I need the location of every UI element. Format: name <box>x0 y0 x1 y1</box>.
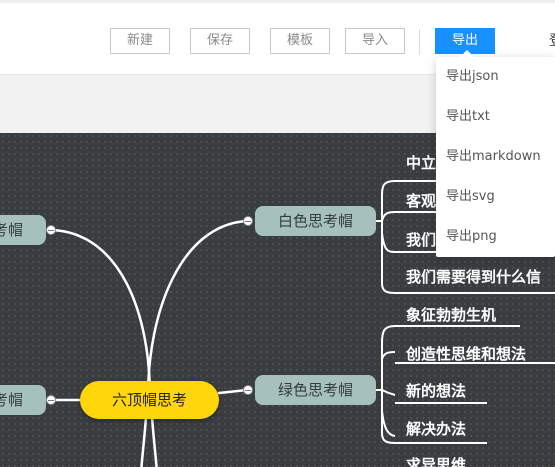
leaf-green-3[interactable]: 新的想法 <box>406 381 466 401</box>
root-node[interactable]: 六顶帽思考 <box>80 381 219 419</box>
export-txt-item[interactable]: 导出txt <box>436 97 555 137</box>
leaf-green-4[interactable]: 解决办法 <box>406 419 466 439</box>
leaf-white-4[interactable]: 我们需要得到什么信 <box>406 267 541 287</box>
connector-root-down-right <box>150 415 158 467</box>
collapse-toggle-left-bottom[interactable] <box>46 395 56 405</box>
export-markdown-item[interactable]: 导出markdown <box>436 137 555 177</box>
export-dropdown-menu: 导出json 导出txt 导出markdown 导出svg 导出png <box>436 49 555 257</box>
connector-white-to-child-3 <box>381 232 396 253</box>
toolbar-divider <box>419 29 420 55</box>
import-button[interactable]: 导入 <box>345 28 405 54</box>
collapse-toggle-green[interactable] <box>243 385 253 395</box>
connector-white-bracket <box>376 180 396 294</box>
collapse-toggle-left-top[interactable] <box>46 225 56 235</box>
leaf-white-3[interactable]: 我们 <box>406 230 436 250</box>
connector-root-to-white <box>146 219 249 399</box>
leaf-green-2[interactable]: 创造性思维和想法 <box>406 344 526 364</box>
export-json-item[interactable]: 导出json <box>436 57 555 97</box>
leaf-green-5[interactable]: 求异思维 <box>406 455 466 467</box>
leaf-green-1[interactable]: 象征勃勃生机 <box>406 305 496 325</box>
connector-green-to-child-2 <box>381 351 396 360</box>
left-branch-node-bottom[interactable]: 考帽 <box>0 385 46 415</box>
connector-green-to-child-3 <box>381 389 396 396</box>
collapse-toggle-white[interactable] <box>243 216 253 226</box>
new-button[interactable]: 新建 <box>110 28 170 54</box>
connector-white-to-child-2 <box>381 211 396 222</box>
branch-node-white[interactable]: 白色思考帽 <box>255 206 376 236</box>
leaf-white-2[interactable]: 客观 <box>406 191 436 211</box>
leaf-white-1[interactable]: 中立 <box>406 153 436 173</box>
toolbar-cut-off-label[interactable]: 登 <box>549 30 555 52</box>
connector-green-to-child-4 <box>381 410 396 437</box>
connector-root-down-left <box>140 415 148 467</box>
branch-node-green[interactable]: 绿色思考帽 <box>255 375 376 405</box>
template-button[interactable]: 模板 <box>270 28 330 54</box>
connector-root-to-left-top <box>50 228 152 399</box>
export-png-item[interactable]: 导出png <box>436 217 555 257</box>
left-branch-node-top[interactable]: 考帽 <box>0 215 46 245</box>
toolbar-top-border <box>0 0 555 3</box>
export-svg-item[interactable]: 导出svg <box>436 177 555 217</box>
save-button[interactable]: 保存 <box>190 28 250 54</box>
